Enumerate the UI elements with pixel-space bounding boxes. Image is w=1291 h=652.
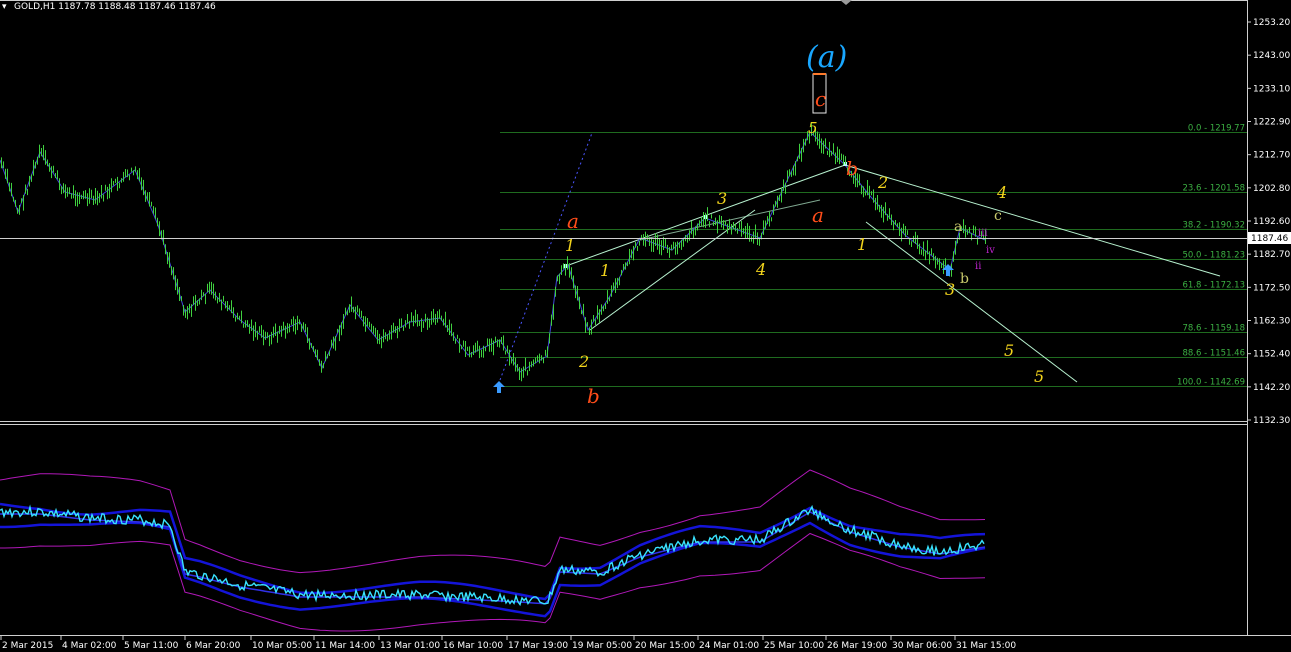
time-tick-label: 13 Mar 01:00 [380,641,440,651]
wave-label-a-big: (a) [806,40,847,75]
fib-label: 23.6 - 1201.58 [1182,184,1245,194]
price-tick-label: 1132.30 [1253,416,1290,426]
fib-label: 38.2 - 1190.32 [1182,221,1245,231]
price-chart[interactable]: ▾ 0.0 - 1219.77 23.6 - 1201.58 38.2 - 1190… [0,0,1291,652]
fib-label: 88.6 - 1151.46 [1182,349,1245,359]
time-tick-label: 20 Mar 15:00 [635,641,695,651]
wave-label-iii: iii [978,228,988,239]
price-tick-label: 1202.80 [1253,184,1290,194]
time-tick-label: 6 Mar 20:00 [186,641,241,651]
price-tick-label: 1172.50 [1253,283,1290,293]
time-tick-label: 2 Mar 2015 [2,641,53,651]
wave-label-1: 1 [857,235,867,254]
trendlines [499,132,1221,383]
wave-label-b-small: b [960,271,969,287]
fib-label: 100.0 - 1142.69 [1177,378,1245,388]
wave-label-b-top: b [846,158,858,180]
price-tick-label: 1253.20 [1253,18,1290,28]
time-axis: 2 Mar 2015 4 Mar 02:00 5 Mar 11:00 6 Mar 20… [0,636,1016,651]
wave-label-5: 5 [1004,341,1014,360]
wave-label-a-red2: a [812,203,824,227]
wave-label-3: 3 [945,280,955,299]
price-bars [1,122,986,382]
chart-frame [0,0,1291,636]
time-tick-label: 5 Mar 11:00 [124,641,179,651]
fib-levels: 0.0 - 1219.77 23.6 - 1201.58 38.2 - 1190.3… [500,124,1247,388]
time-tick-label: 26 Mar 19:00 [827,641,887,651]
trendline-lower [589,209,756,331]
wave-label-3: 3 [717,189,727,208]
price-tick-label: 1243.00 [1253,51,1290,61]
time-tick-label: 16 Mar 10:00 [443,641,503,651]
wave-label-ii: ii [975,261,981,272]
wave-label-c-big: c [815,87,826,111]
fib-label: 0.0 - 1219.77 [1188,124,1245,134]
wave-label-5-top: 5 [808,119,818,137]
wave-label-5: 5 [1034,367,1044,386]
time-tick-label: 24 Mar 01:00 [699,641,759,651]
wave-label-4: 4 [996,183,1007,202]
fib-label: 50.0 - 1181.23 [1182,251,1245,261]
wave-label-b-red1: b [587,384,600,408]
fib-label: 78.6 - 1159.18 [1182,324,1245,334]
osc-line-lower [0,521,986,618]
wave-labels: (a) c 5 b a b a 1 1 1 2 2 3 3 4 4 5 5 a … [565,40,1044,408]
price-tick-label: 1222.90 [1253,118,1290,128]
time-tick-label: 19 Mar 05:00 [572,641,632,651]
time-tick-label: 17 Mar 19:00 [508,641,568,651]
price-tick-label: 1192.60 [1253,217,1290,227]
wave-label-2: 2 [877,173,888,192]
price-tick-label: 1162.30 [1253,317,1290,327]
price-tick-label: 1142.20 [1253,383,1290,393]
osc-line-upper [0,502,986,601]
price-tick-label: 1212.70 [1253,151,1290,161]
current-price-label: 1187.46 [1251,234,1288,244]
buy-arrow [493,381,505,393]
price-axis: 1253.20 1243.00 1233.10 1222.90 1212.70 1202.… [1247,18,1290,426]
wave-label-1: 1 [600,261,610,280]
scroll-marker [840,0,852,5]
price-tick-label: 1152.40 [1253,350,1290,360]
price-tick-label: 1182.70 [1253,250,1290,260]
time-tick-label: 10 Mar 05:00 [252,641,312,651]
dotted-projection [499,132,593,381]
wave-label-4: 4 [755,260,766,279]
wave-label-2: 2 [578,352,589,371]
osc-band-lower [0,532,986,632]
wave-label-iv: iv [986,245,995,256]
time-tick-label: 25 Mar 10:00 [764,641,824,651]
time-tick-label: 4 Mar 02:00 [62,641,117,651]
oscillator-panel [0,469,986,632]
wave-label-a-small: a [954,219,962,235]
wave-label-a-red1: a [567,209,579,233]
time-tick-label: 30 Mar 06:00 [892,641,952,651]
menu-triangle: ▾ [2,2,7,12]
time-tick-label: 11 Mar 14:00 [315,641,375,651]
price-tick-label: 1233.10 [1253,84,1290,94]
time-tick-label: 31 Mar 15:00 [956,641,1016,651]
wave-label-1: 1 [565,236,575,255]
current-price-badge: 1187.46 [1248,232,1291,244]
fib-label: 61.8 - 1172.13 [1182,281,1245,291]
wave-label-c-small: c [994,208,1002,224]
